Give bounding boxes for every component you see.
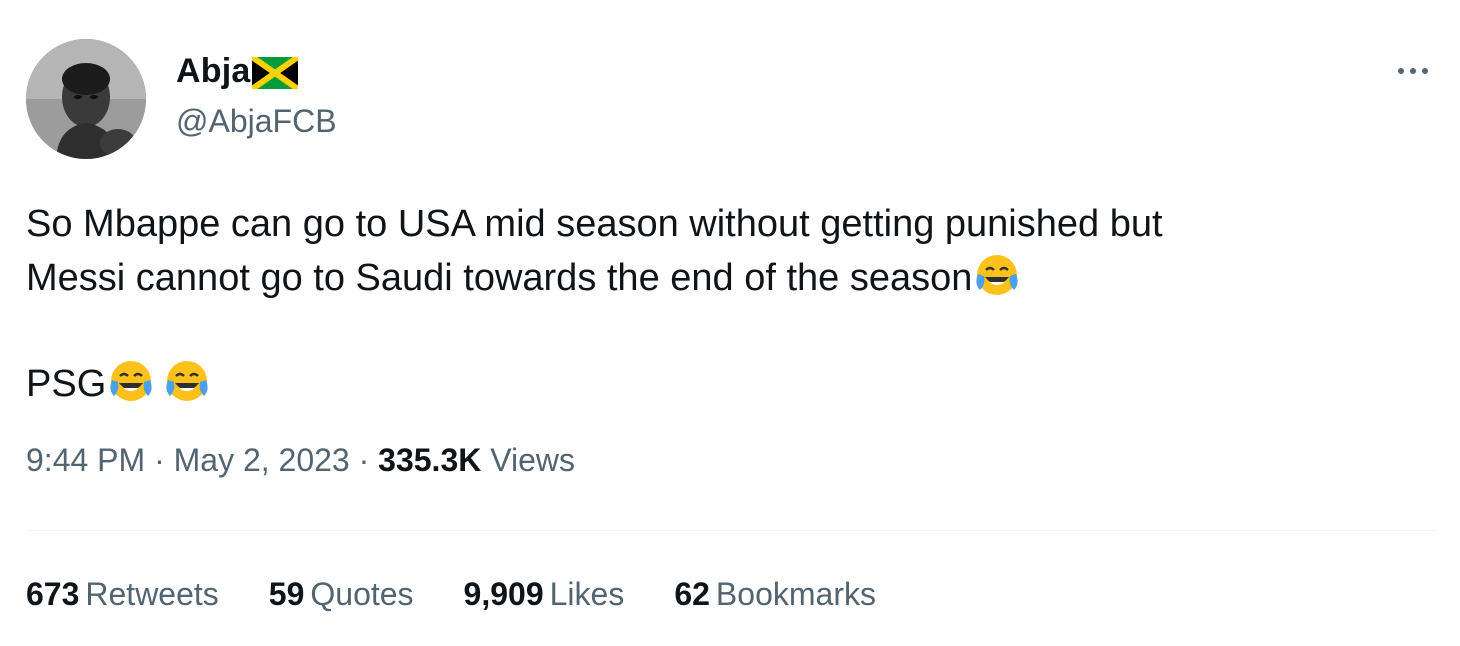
- tweet-line-3: PSG: [26, 356, 1426, 410]
- tweet-time[interactable]: 9:44 PM: [26, 442, 145, 478]
- meta-separator: ·: [349, 442, 379, 478]
- more-horizontal-icon[interactable]: [1390, 58, 1436, 84]
- divider: [26, 530, 1438, 531]
- tweet-line-1: So Mbappe can go to USA mid season witho…: [26, 203, 1163, 245]
- stat-label: Retweets: [85, 576, 219, 612]
- stat-retweets[interactable]: 673 Retweets: [26, 576, 219, 613]
- stat-label: Bookmarks: [715, 576, 876, 612]
- stat-quotes[interactable]: 59 Quotes: [269, 576, 414, 613]
- avatar[interactable]: [26, 39, 146, 159]
- tweet-card: Abja @AbjaFCB So Mbappe can go to USA mi…: [0, 0, 1460, 646]
- meta-separator: ·: [145, 442, 174, 478]
- stat-count: 62: [674, 576, 710, 612]
- stat-count: 673: [26, 576, 80, 612]
- tweet-line-3-text: PSG: [26, 363, 107, 405]
- author-name-row[interactable]: Abja: [176, 50, 301, 92]
- engagement-stats: 673 Retweets 59 Quotes 9,909 Likes 62 Bookma…: [26, 576, 926, 613]
- views-count[interactable]: 335.3K: [378, 442, 481, 478]
- face-with-tears-of-joy-icon: [162, 356, 212, 406]
- tweet-date[interactable]: May 2, 2023: [174, 442, 350, 478]
- stat-label: Likes: [549, 576, 625, 612]
- stat-likes[interactable]: 9,909 Likes: [464, 576, 625, 613]
- jamaica-flag-icon: [250, 54, 301, 92]
- face-with-tears-of-joy-icon: [972, 250, 1022, 300]
- stat-bookmarks[interactable]: 62 Bookmarks: [674, 576, 876, 613]
- stat-count: 9,909: [463, 576, 544, 612]
- author-handle[interactable]: @AbjaFCB: [176, 103, 337, 140]
- profile-photo-icon: [26, 39, 146, 159]
- tweet-meta: 9:44 PM · May 2, 2023 · 335.3K Views: [26, 442, 575, 479]
- tweet-line-2: Messi cannot go to Saudi towards the end…: [26, 250, 1426, 304]
- stat-label: Quotes: [310, 576, 414, 612]
- stat-count: 59: [268, 576, 305, 612]
- tweet-line-2-text: Messi cannot go to Saudi towards the end…: [26, 257, 973, 299]
- display-name[interactable]: Abja: [176, 52, 250, 91]
- face-with-tears-of-joy-icon: [106, 356, 156, 406]
- views-label[interactable]: Views: [490, 442, 575, 478]
- tweet-text: So Mbappe can go to USA mid season witho…: [26, 198, 1426, 410]
